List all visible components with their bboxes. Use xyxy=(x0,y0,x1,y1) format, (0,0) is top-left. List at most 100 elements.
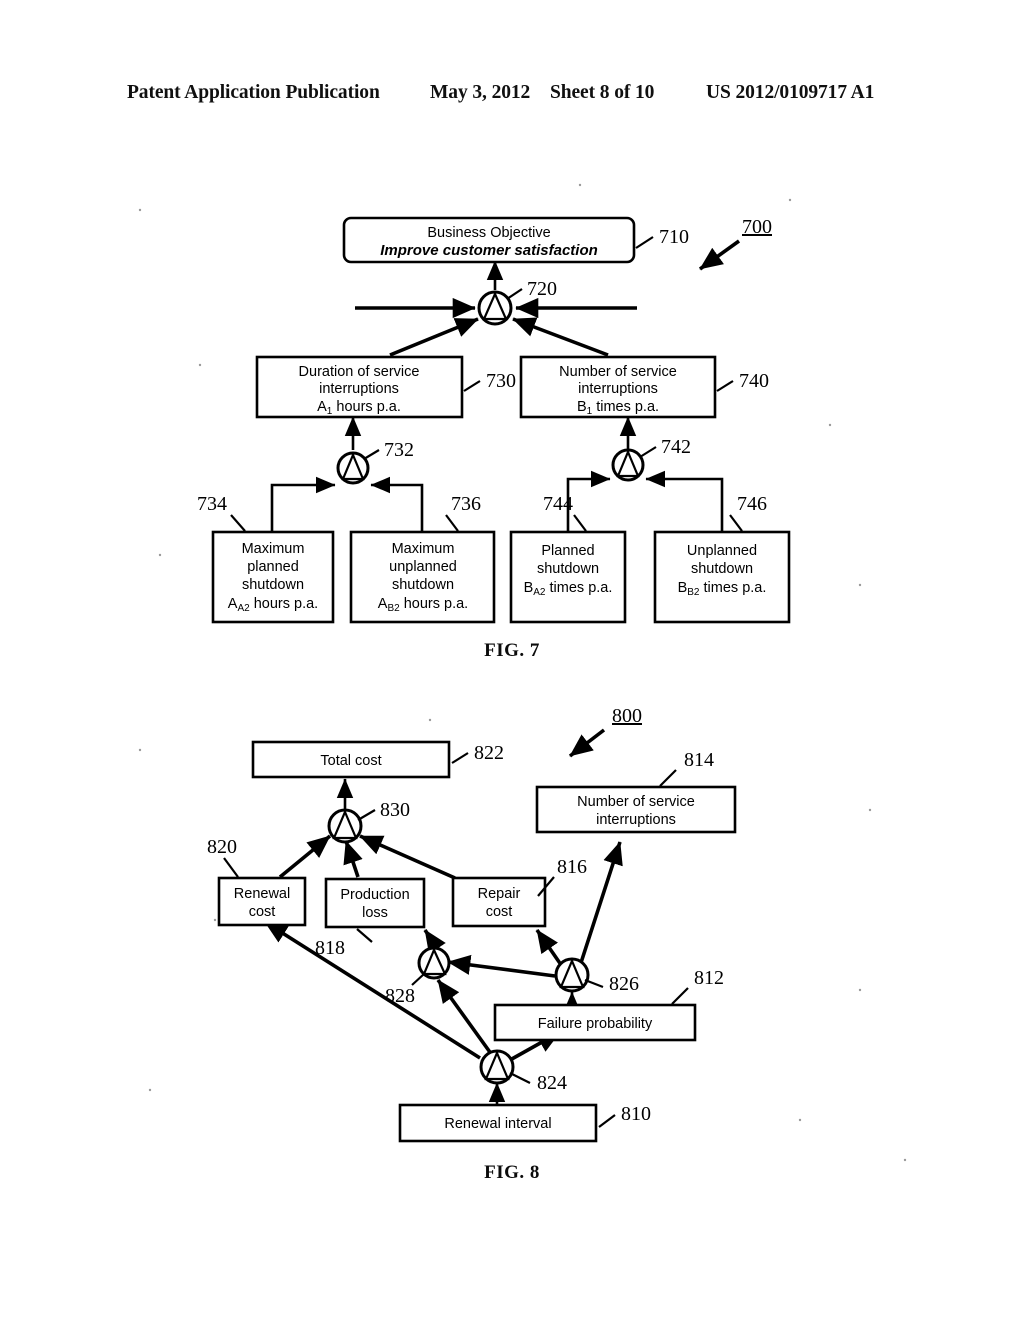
sheet-number: Sheet 8 of 10 xyxy=(550,82,655,103)
box-736-line-2: unplanned xyxy=(389,559,457,575)
scan-speck xyxy=(798,1118,802,1122)
box-736-line-3: shutdown xyxy=(392,577,454,593)
aggregation-node-720 xyxy=(477,290,513,326)
figure-reference-700: 700 xyxy=(742,216,772,238)
figure-reference-800: 800 xyxy=(612,705,642,727)
reference-numeral-812: 812 xyxy=(694,967,724,989)
reference-numeral-814: 814 xyxy=(684,749,714,771)
leader-812 xyxy=(671,987,689,1005)
edge-746-to-742 xyxy=(645,470,724,532)
leader-742 xyxy=(639,446,657,458)
box-730-line-2: interruptions xyxy=(319,381,399,397)
reference-numeral-736: 736 xyxy=(451,493,481,515)
box-744-line-2: shutdown xyxy=(537,561,599,577)
box-814-line-2: interruptions xyxy=(596,812,676,828)
aggregation-node-830 xyxy=(327,808,363,844)
reference-numeral-830: 830 xyxy=(380,799,410,821)
edge-736-to-732 xyxy=(370,476,424,532)
figure-8-caption: FIG. 8 xyxy=(484,1162,540,1183)
page-header: Patent Application Publication May 3, 20… xyxy=(0,82,1024,116)
edge-816-to-830 xyxy=(359,834,456,880)
box-710-line-1: Business Objective xyxy=(427,225,550,241)
box-814-line-1: Number of service xyxy=(577,794,695,810)
reference-numeral-746: 746 xyxy=(737,493,767,515)
reference-numeral-816: 816 xyxy=(557,856,587,878)
box-820-line-2: cost xyxy=(249,904,276,920)
scan-speck xyxy=(858,583,862,587)
scan-speck xyxy=(148,1088,152,1092)
node-box-820: Renewal cost xyxy=(217,876,307,927)
leader-820 xyxy=(223,857,239,878)
node-box-740: Number of service interruptions B1 times… xyxy=(519,355,717,419)
scan-speck xyxy=(138,748,142,752)
node-box-816: Repair cost xyxy=(451,876,547,928)
edge-820-to-830 xyxy=(278,834,332,879)
publication-label: Patent Application Publication xyxy=(127,82,380,103)
box-816-line-1: Repair xyxy=(478,886,521,902)
reference-numeral-732: 732 xyxy=(384,439,414,461)
box-816-line-2: cost xyxy=(486,904,513,920)
box-746-line-2: shutdown xyxy=(691,561,753,577)
reference-numeral-710: 710 xyxy=(659,226,689,248)
reference-numeral-734: 734 xyxy=(197,493,227,515)
node-box-818: Production loss xyxy=(324,877,426,929)
scan-speck xyxy=(158,553,162,557)
aggregation-node-826 xyxy=(554,957,590,993)
aggregation-node-824 xyxy=(479,1049,515,1085)
figure-7: Business Objective Improve customer sati… xyxy=(0,165,1024,665)
leader-744 xyxy=(573,514,587,532)
reference-numeral-818: 818 xyxy=(315,937,345,959)
reference-numeral-720: 720 xyxy=(527,278,557,300)
scan-speck xyxy=(858,988,862,992)
edge-734-to-732 xyxy=(270,476,336,532)
box-740-line-2: interruptions xyxy=(578,381,658,397)
box-818-line-2: loss xyxy=(362,905,388,921)
edge-824-to-820 xyxy=(264,920,481,1060)
node-box-810: Renewal interval xyxy=(398,1103,598,1143)
node-box-814: Number of service interruptions xyxy=(535,785,737,834)
edge-828-to-818 xyxy=(423,929,446,955)
node-box-736: Maximum unplanned shutdown AB2 hours p.a… xyxy=(349,530,496,624)
leader-810 xyxy=(598,1114,616,1128)
box-730-line-1: Duration of service xyxy=(299,364,420,380)
leader-736 xyxy=(445,514,459,532)
reference-numeral-820: 820 xyxy=(207,836,237,858)
box-746-line-1: Unplanned xyxy=(687,543,757,559)
leader-710 xyxy=(635,236,654,249)
leader-732 xyxy=(363,449,380,460)
node-box-744: Planned shutdown BA2 times p.a. xyxy=(509,530,627,624)
box-812-label: Failure probability xyxy=(538,1016,653,1032)
edge-826-to-828 xyxy=(447,954,556,978)
scan-speck xyxy=(788,198,792,202)
reference-numeral-828: 828 xyxy=(385,985,415,1007)
leader-826 xyxy=(584,978,604,989)
reference-numeral-826: 826 xyxy=(609,973,639,995)
node-box-710: Business Objective Improve customer sati… xyxy=(342,216,636,264)
scan-speck xyxy=(138,208,142,212)
box-820-line-1: Renewal xyxy=(234,886,290,902)
figure-7-diagram: Business Objective Improve customer sati… xyxy=(138,183,862,624)
reference-numeral-824: 824 xyxy=(537,1072,567,1094)
leader-822 xyxy=(451,752,469,764)
scan-speck xyxy=(578,183,582,187)
figure-reference-800-arrow xyxy=(568,728,606,758)
reference-numeral-742: 742 xyxy=(661,436,691,458)
figure-8-diagram: 800 Total cost 822 830 Number of service… xyxy=(138,705,907,1162)
edge-744-to-742 xyxy=(566,470,611,532)
figure-reference-700-arrow xyxy=(698,239,741,271)
box-810-label: Renewal interval xyxy=(444,1116,551,1132)
node-box-734: Maximum planned shutdown AA2 hours p.a. xyxy=(211,530,335,624)
box-736-line-1: Maximum xyxy=(392,541,455,557)
box-734-line-1: Maximum xyxy=(242,541,305,557)
leader-818 xyxy=(356,928,373,943)
node-box-730: Duration of service interruptions A1 hou… xyxy=(255,355,464,419)
leader-824 xyxy=(509,1072,531,1084)
leader-740 xyxy=(716,380,734,392)
reference-numeral-822: 822 xyxy=(474,742,504,764)
leader-720 xyxy=(506,288,523,300)
scan-speck xyxy=(903,1158,907,1162)
box-744-line-1: Planned xyxy=(541,543,594,559)
scan-speck xyxy=(868,808,872,812)
patent-number: US 2012/0109717 A1 xyxy=(706,82,875,103)
scan-speck xyxy=(828,423,832,427)
